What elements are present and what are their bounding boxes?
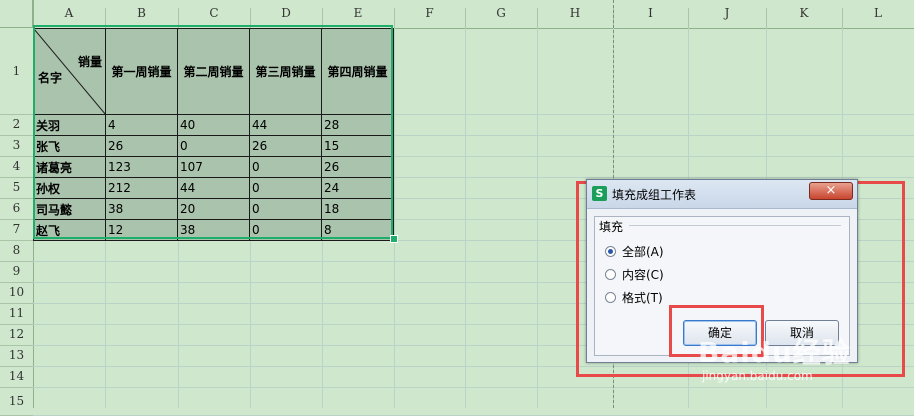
value-cell[interactable]: 20 <box>177 198 250 220</box>
value-cell[interactable]: 0 <box>249 198 322 220</box>
row-header-7[interactable]: 7 <box>0 219 33 240</box>
column-header-a[interactable]: A <box>33 0 105 28</box>
header-cell-week2[interactable]: 第二周销量 <box>177 28 250 115</box>
value-cell[interactable]: 212 <box>105 177 178 199</box>
radio-label: 格式(T) <box>622 291 663 305</box>
dialog-titlebar[interactable]: S 填充成组工作表 × <box>587 180 857 209</box>
fill-handle[interactable] <box>390 235 398 243</box>
header-cell-week4[interactable]: 第四周销量 <box>321 28 394 115</box>
radio-label: 全部(A) <box>622 245 664 259</box>
name-cell[interactable]: 张飞 <box>33 135 106 157</box>
column-header-j[interactable]: J <box>688 0 766 28</box>
column-header-k[interactable]: K <box>766 0 842 28</box>
row-header-12[interactable]: 12 <box>0 324 33 345</box>
row-header-14[interactable]: 14 <box>0 366 33 387</box>
row-header-8[interactable]: 8 <box>0 240 33 261</box>
name-cell[interactable]: 赵飞 <box>33 219 106 241</box>
value-cell[interactable]: 26 <box>249 135 322 157</box>
fill-group-dialog[interactable]: S 填充成组工作表 × 填充 全部(A) 内容(C) 格式(T) 确定 取消 <box>586 179 858 363</box>
table-row: 赵飞 12 38 0 8 <box>33 219 394 241</box>
ok-button[interactable]: 确定 <box>683 320 757 346</box>
row-header-4[interactable]: 4 <box>0 156 33 177</box>
value-cell[interactable]: 107 <box>177 156 250 178</box>
value-cell[interactable]: 0 <box>249 219 322 241</box>
radio-checked-icon[interactable] <box>605 246 616 257</box>
column-header-c[interactable]: C <box>178 0 250 28</box>
column-header-e[interactable]: E <box>322 0 394 28</box>
name-cell[interactable]: 诸葛亮 <box>33 156 106 178</box>
value-cell[interactable]: 28 <box>321 114 394 136</box>
table-row: 孙权 212 44 0 24 <box>33 177 394 199</box>
value-cell[interactable]: 123 <box>105 156 178 178</box>
column-header-d[interactable]: D <box>250 0 322 28</box>
row-header-5[interactable]: 5 <box>0 177 33 198</box>
row-header-10[interactable]: 10 <box>0 282 33 303</box>
column-header-b[interactable]: B <box>105 0 178 28</box>
row-header-6[interactable]: 6 <box>0 198 33 219</box>
value-cell[interactable]: 15 <box>321 135 394 157</box>
value-cell[interactable]: 0 <box>249 177 322 199</box>
wps-app-icon: S <box>592 186 607 201</box>
column-header-f[interactable]: F <box>394 0 465 28</box>
value-cell[interactable]: 0 <box>249 156 322 178</box>
value-cell[interactable]: 44 <box>177 177 250 199</box>
radio-label: 内容(C) <box>622 268 664 282</box>
radio-unchecked-icon[interactable] <box>605 292 616 303</box>
row-header-9[interactable]: 9 <box>0 261 33 282</box>
sales-table[interactable]: 销量 名字 第一周销量 第二周销量 第三周销量 第四周销量 关羽 4 40 44… <box>33 28 394 241</box>
value-cell[interactable]: 26 <box>321 156 394 178</box>
close-button[interactable]: × <box>809 182 853 200</box>
header-cell-week3[interactable]: 第三周销量 <box>249 28 322 115</box>
radio-unchecked-icon[interactable] <box>605 269 616 280</box>
header-cell-week1[interactable]: 第一周销量 <box>105 28 178 115</box>
value-cell[interactable]: 38 <box>177 219 250 241</box>
column-header-h[interactable]: H <box>537 0 613 28</box>
value-cell[interactable]: 40 <box>177 114 250 136</box>
value-cell[interactable]: 0 <box>177 135 250 157</box>
row-header-3[interactable]: 3 <box>0 135 33 156</box>
value-cell[interactable]: 18 <box>321 198 394 220</box>
group-divider <box>629 225 841 226</box>
radio-option-all[interactable]: 全部(A) <box>605 243 664 261</box>
cancel-button[interactable]: 取消 <box>765 320 839 346</box>
diag-header-top: 销量 <box>77 55 102 69</box>
table-row: 诸葛亮 123 107 0 26 <box>33 156 394 178</box>
column-header-g[interactable]: G <box>465 0 537 28</box>
name-cell[interactable]: 司马懿 <box>33 198 106 220</box>
row-header-1[interactable]: 1 <box>0 28 33 114</box>
table-row: 司马懿 38 20 0 18 <box>33 198 394 220</box>
table-row: 张飞 26 0 26 15 <box>33 135 394 157</box>
value-cell[interactable]: 24 <box>321 177 394 199</box>
radio-option-content[interactable]: 内容(C) <box>605 266 664 284</box>
row-header-2[interactable]: 2 <box>0 114 33 135</box>
diag-header-bottom: 名字 <box>38 71 63 85</box>
table-row: 关羽 4 40 44 28 <box>33 114 394 136</box>
column-header-i[interactable]: I <box>613 0 688 28</box>
select-all-corner[interactable] <box>0 0 33 28</box>
dialog-title: 填充成组工作表 <box>612 188 697 202</box>
value-cell[interactable]: 4 <box>105 114 178 136</box>
value-cell[interactable]: 38 <box>105 198 178 220</box>
value-cell[interactable]: 44 <box>249 114 322 136</box>
diagonal-header-cell[interactable]: 销量 名字 <box>33 28 106 115</box>
value-cell[interactable]: 26 <box>105 135 178 157</box>
row-header-15[interactable]: 15 <box>0 387 33 415</box>
group-label: 填充 <box>599 220 624 234</box>
value-cell[interactable]: 8 <box>321 219 394 241</box>
value-cell[interactable]: 12 <box>105 219 178 241</box>
row-header-11[interactable]: 11 <box>0 303 33 324</box>
name-cell[interactable]: 关羽 <box>33 114 106 136</box>
radio-option-format[interactable]: 格式(T) <box>605 289 663 307</box>
column-header-l[interactable]: L <box>842 0 914 28</box>
row-header-13[interactable]: 13 <box>0 345 33 366</box>
name-cell[interactable]: 孙权 <box>33 177 106 199</box>
